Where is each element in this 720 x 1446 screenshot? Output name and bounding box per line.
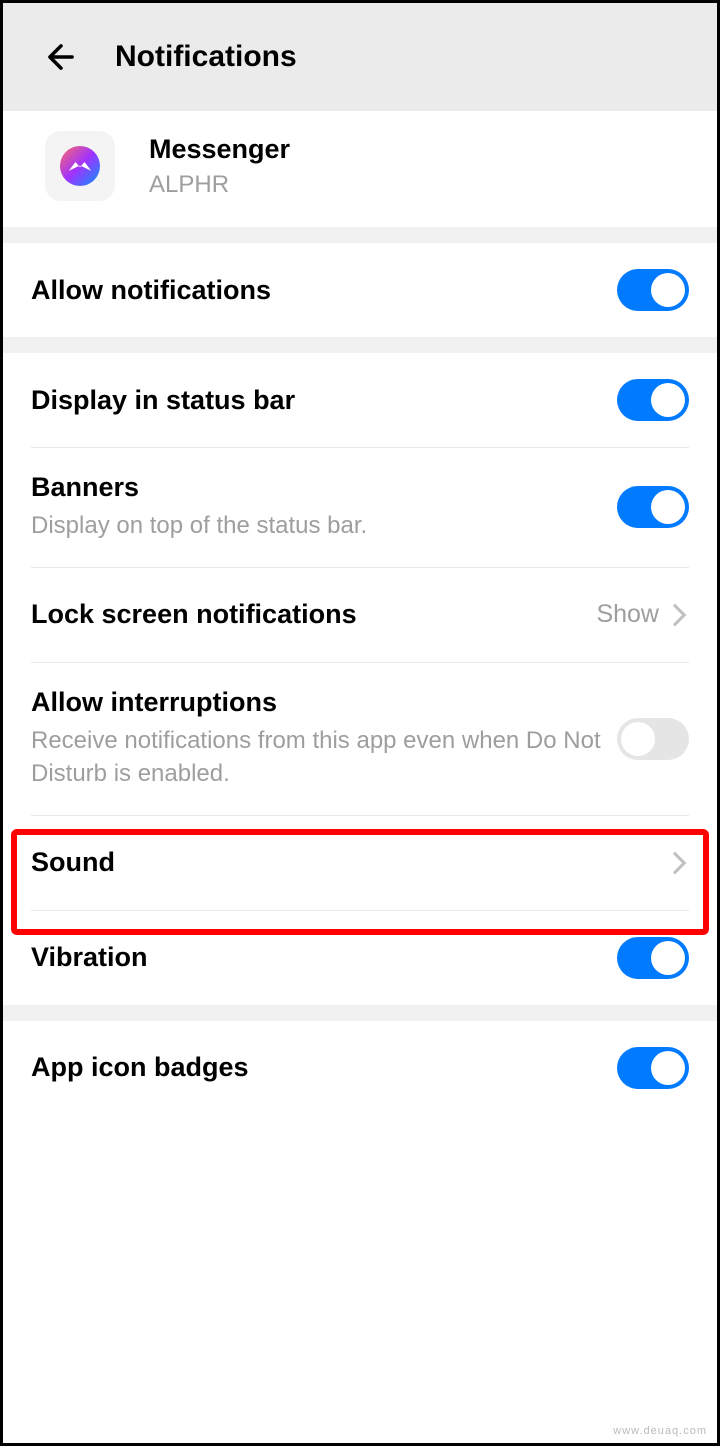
lock-screen-row[interactable]: Lock screen notifications Show xyxy=(3,568,717,662)
row-subtitle: Display on top of the status bar. xyxy=(31,509,617,543)
allow-interruptions-toggle[interactable] xyxy=(617,718,689,760)
app-name: Messenger xyxy=(149,134,290,165)
chevron-right-icon xyxy=(664,603,687,626)
messenger-icon xyxy=(60,146,100,186)
banners-row[interactable]: Banners Display on top of the status bar… xyxy=(3,448,717,567)
row-subtitle: Receive notifications from this app even… xyxy=(31,724,617,791)
allow-notifications-toggle[interactable] xyxy=(617,269,689,311)
section-separator xyxy=(3,337,717,353)
toggle-knob xyxy=(651,490,685,524)
row-title: App icon badges xyxy=(31,1052,617,1083)
toggle-knob xyxy=(651,383,685,417)
row-title: Sound xyxy=(31,847,667,878)
header-bar: Notifications xyxy=(3,3,717,111)
app-icon xyxy=(45,131,115,201)
app-text: Messenger ALPHR xyxy=(149,134,290,199)
toggle-knob xyxy=(651,273,685,307)
toggle-knob xyxy=(651,1051,685,1085)
row-title: Banners xyxy=(31,472,617,503)
back-button[interactable] xyxy=(41,37,81,77)
app-icon-badges-toggle[interactable] xyxy=(617,1047,689,1089)
app-subtitle: ALPHR xyxy=(149,171,290,199)
watermark: www.deuaq.com xyxy=(613,1425,707,1437)
section-separator xyxy=(3,1005,717,1021)
app-info-section: Messenger ALPHR xyxy=(3,111,717,227)
row-title: Allow interruptions xyxy=(31,687,617,718)
arrow-left-icon xyxy=(42,38,80,76)
app-icon-badges-row[interactable]: App icon badges xyxy=(3,1021,717,1115)
toggle-knob xyxy=(621,722,655,756)
row-title: Lock screen notifications xyxy=(31,599,596,630)
sound-row[interactable]: Sound xyxy=(3,816,717,910)
toggle-knob xyxy=(651,941,685,975)
section-separator xyxy=(3,227,717,243)
page-title: Notifications xyxy=(115,40,297,74)
row-title: Allow notifications xyxy=(31,275,617,306)
row-title: Vibration xyxy=(31,942,617,973)
lock-screen-value: Show xyxy=(596,600,659,629)
display-status-bar-toggle[interactable] xyxy=(617,379,689,421)
chevron-right-icon xyxy=(664,851,687,874)
row-title: Display in status bar xyxy=(31,385,617,416)
vibration-row[interactable]: Vibration xyxy=(3,911,717,1005)
banners-toggle[interactable] xyxy=(617,486,689,528)
vibration-toggle[interactable] xyxy=(617,937,689,979)
allow-notifications-row[interactable]: Allow notifications xyxy=(3,243,717,337)
allow-interruptions-row[interactable]: Allow interruptions Receive notification… xyxy=(3,663,717,815)
display-status-bar-row[interactable]: Display in status bar xyxy=(3,353,717,447)
